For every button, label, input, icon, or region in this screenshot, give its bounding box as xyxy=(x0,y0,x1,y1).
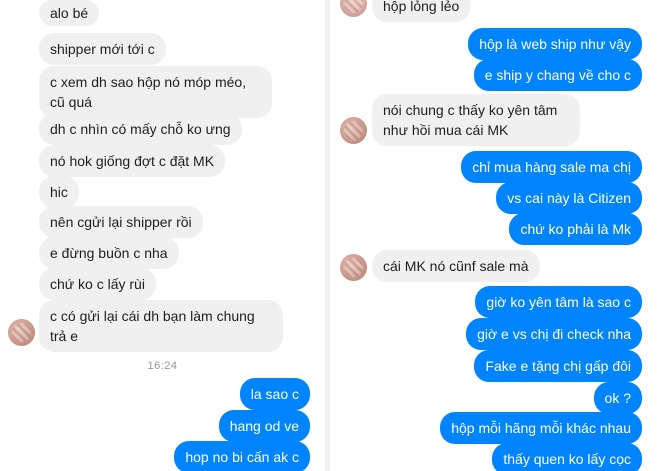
message-bubble: nó hok giống đợt c đặt MK xyxy=(39,145,226,177)
reply-bubble: hop no bi cấn ak c xyxy=(174,441,310,471)
reply-bubble: chỉ mua hàng sale ma chị xyxy=(461,151,642,183)
message-bubble: c xem dh sao hộp nó móp méo, cũ quá xyxy=(39,66,272,118)
message-bubble: chứ ko c lấy rùi xyxy=(39,268,156,300)
reply-bubble: hộp mỗi hãng mỗi khác nhau xyxy=(440,412,642,444)
message-bubble: cái MK nó cũnf sale mà xyxy=(372,250,540,282)
reply-bubble: hang od ve xyxy=(218,410,310,442)
reply-bubble: thấy quen ko lấy cọc xyxy=(492,443,642,471)
reply-bubble: vs cai này là Citizen xyxy=(496,182,642,214)
reply-bubble: giờ e vs chị đi check nha xyxy=(466,318,642,350)
message-bubble: hic xyxy=(39,176,79,208)
message-bubble: alo bé xyxy=(39,0,100,26)
message-bubble: nói chung c thấy ko yên tâm như hồi mua … xyxy=(372,94,580,146)
reply-bubble: giờ ko yên tâm là sao c xyxy=(475,286,642,318)
message-bubble: c có gửi lại cái dh bạn làm chung trả e xyxy=(39,300,283,352)
contact-avatar[interactable] xyxy=(340,0,367,17)
message-bubble: nên cgửi lại shipper rồi xyxy=(39,206,203,238)
contact-avatar[interactable] xyxy=(8,319,35,346)
left-conversation: alo bé shipper mới tới c c xem dh sao hộ… xyxy=(0,0,325,471)
reply-bubble: chứ ko phải là Mk xyxy=(509,213,642,245)
message-bubble: e đừng buồn c nha xyxy=(39,237,179,269)
reply-bubble: e ship y chang về cho c xyxy=(473,59,642,91)
contact-avatar[interactable] xyxy=(340,117,367,144)
reply-bubble: Fake e tặng chị gấp đôi xyxy=(474,350,642,382)
message-bubble: shipper mới tới c xyxy=(39,33,166,65)
contact-avatar[interactable] xyxy=(340,254,367,281)
message-timestamp: 16:24 xyxy=(147,360,178,372)
reply-bubble: la sao c xyxy=(239,378,310,410)
message-bubble: hộp lỏng lẻo xyxy=(372,0,471,22)
right-conversation: hộp lỏng lẻo hộp là web ship như vậy e s… xyxy=(330,0,660,471)
reply-bubble: ok ? xyxy=(593,382,642,414)
reply-bubble: hộp là web ship như vậy xyxy=(468,28,642,60)
message-bubble: dh c nhìn có mấy chỗ ko ưng xyxy=(39,113,242,145)
